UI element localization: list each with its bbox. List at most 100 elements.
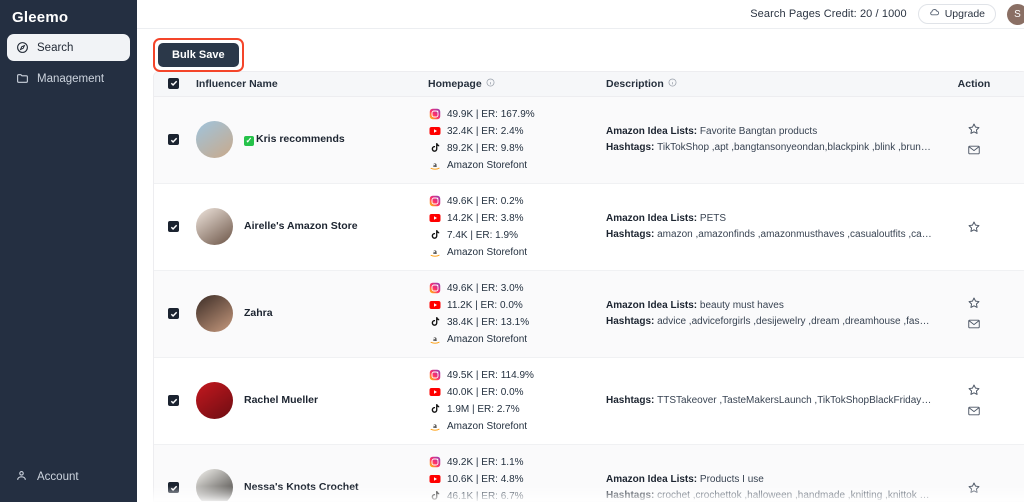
star-icon[interactable] — [967, 480, 982, 495]
select-all-checkbox[interactable] — [168, 77, 179, 89]
star-icon[interactable] — [967, 296, 982, 311]
homepage-cell: 49.6K | ER: 0.2% 14.2K | ER: 3.8% 7.4K | E… — [428, 183, 606, 270]
idea-lists-line: Amazon Idea Lists: Favorite Bangtan prod… — [606, 124, 932, 140]
hashtags-label: Hashtags: — [606, 394, 658, 406]
idea-lists-value: Products I use — [699, 474, 764, 485]
description: Hashtags: TTSTakeover ,TasteMakersLaunch… — [606, 393, 946, 409]
upgrade-button[interactable]: Upgrade — [917, 4, 996, 24]
tiktok-icon — [428, 229, 441, 242]
sidebar-item-label-search: Search — [37, 41, 74, 54]
platform-stat-youtube[interactable]: 10.6K | ER: 4.8% — [428, 473, 606, 486]
info-icon-homepage[interactable] — [486, 78, 495, 90]
platform-stat-text: Amazon Storefont — [447, 246, 528, 258]
influencer-name[interactable]: Zahra — [244, 306, 273, 320]
influencer-name-text: Nessa's Knots Crochet — [244, 481, 359, 494]
tiktok-icon — [428, 142, 441, 155]
info-icon-description[interactable] — [668, 78, 677, 90]
avatar — [196, 208, 233, 245]
platform-stat-text: 49.9K | ER: 167.9% — [447, 108, 535, 120]
star-icon[interactable] — [967, 383, 982, 398]
row-checkbox[interactable] — [168, 308, 179, 319]
youtube-icon — [428, 299, 441, 312]
sidebar-item-label-management: Management — [37, 72, 105, 85]
platform-stat-youtube[interactable]: 14.2K | ER: 3.8% — [428, 212, 606, 225]
table-header-row: Influencer Name Homepage Description Act… — [154, 72, 1024, 97]
envelope-icon[interactable] — [967, 143, 982, 158]
platform-stat-instagram[interactable]: 49.5K | ER: 114.9% — [428, 369, 606, 382]
instagram-icon — [428, 195, 441, 208]
platform-stat-tiktok[interactable]: 38.4K | ER: 13.1% — [428, 316, 606, 329]
star-icon[interactable] — [967, 219, 982, 234]
action-cell — [946, 444, 1024, 501]
col-homepage: Homepage — [428, 72, 606, 97]
platform-stat-text: 38.4K | ER: 13.1% — [447, 316, 530, 328]
description-cell: Amazon Idea Lists: PETS Hashtags: amazon … — [606, 183, 946, 270]
influencer-name-text: Rachel Mueller — [244, 394, 319, 407]
platform-stat-amazon[interactable]: a Amazon Storefont — [428, 333, 606, 346]
sidebar-item-management[interactable]: Management — [7, 65, 130, 92]
table-row: Nessa's Knots Crochet 49.2K | ER: 1.1% 10.… — [154, 444, 1024, 501]
platform-stat-tiktok[interactable]: 7.4K | ER: 1.9% — [428, 229, 606, 242]
description-cell: Amazon Idea Lists: beauty must haves Hash… — [606, 270, 946, 357]
platform-stat-tiktok[interactable]: 46.1K | ER: 6.7% — [428, 490, 606, 501]
description-cell: Amazon Idea Lists: Favorite Bangtan prod… — [606, 96, 946, 183]
avatar — [196, 469, 233, 501]
platform-stat-instagram[interactable]: 49.6K | ER: 0.2% — [428, 195, 606, 208]
bulk-save-button[interactable]: Bulk Save — [158, 43, 239, 67]
platform-stat-list: 49.5K | ER: 114.9% 40.0K | ER: 0.0% 1.9M |… — [428, 369, 606, 433]
platform-stat-amazon[interactable]: a Amazon Storefont — [428, 159, 606, 172]
influencer-name[interactable]: ✓ Kris recommends — [244, 132, 345, 147]
platform-stat-youtube[interactable]: 40.0K | ER: 0.0% — [428, 386, 606, 399]
hashtags-label: Hashtags: — [606, 489, 658, 501]
table-row: Rachel Mueller 49.5K | ER: 114.9% 40.0K | … — [154, 357, 1024, 444]
row-checkbox[interactable] — [168, 482, 179, 493]
influencer-table-container: Influencer Name Homepage Description Act… — [153, 71, 1024, 502]
sidebar-item-search[interactable]: Search — [7, 34, 130, 61]
envelope-icon[interactable] — [967, 404, 982, 419]
row-checkbox[interactable] — [168, 395, 179, 406]
star-icon[interactable] — [967, 122, 982, 137]
youtube-icon — [428, 212, 441, 225]
description: Amazon Idea Lists: Favorite Bangtan prod… — [606, 124, 946, 155]
influencer-name[interactable]: Airelle's Amazon Store — [244, 219, 358, 233]
amazon-icon: a — [428, 333, 441, 346]
idea-lists-label: Amazon Idea Lists: — [606, 474, 700, 485]
platform-stat-youtube[interactable]: 11.2K | ER: 0.0% — [428, 299, 606, 312]
platform-stat-instagram[interactable]: 49.9K | ER: 167.9% — [428, 108, 606, 121]
homepage-cell: 49.9K | ER: 167.9% 32.4K | ER: 2.4% 89.2K … — [428, 96, 606, 183]
hashtags-line: Hashtags: TikTokShop ,apt ,bangtansonyeo… — [606, 140, 932, 156]
platform-stat-amazon[interactable]: a Amazon Storefont — [428, 420, 606, 433]
row-checkbox[interactable] — [168, 221, 179, 232]
platform-stat-text: 7.4K | ER: 1.9% — [447, 229, 518, 241]
platform-stat-tiktok[interactable]: 89.2K | ER: 9.8% — [428, 142, 606, 155]
envelope-icon[interactable] — [967, 317, 982, 332]
platform-stat-tiktok[interactable]: 1.9M | ER: 2.7% — [428, 403, 606, 416]
influencer-name-cell: Airelle's Amazon Store — [196, 183, 428, 270]
hashtags-value: advice ,adviceforgirls ,desijewelry ,dre… — [657, 315, 932, 327]
sidebar-item-account[interactable]: Account — [0, 462, 137, 492]
platform-stat-youtube[interactable]: 32.4K | ER: 2.4% — [428, 125, 606, 138]
influencer-name[interactable]: Nessa's Knots Crochet — [244, 480, 359, 494]
row-select-cell — [154, 183, 196, 270]
col-influencer-name: Influencer Name — [196, 72, 428, 97]
hashtags-label: Hashtags: — [606, 315, 658, 327]
instagram-icon — [428, 108, 441, 121]
idea-lists-value: PETS — [699, 213, 727, 224]
row-checkbox[interactable] — [168, 134, 179, 145]
app-root: Gleemo Search Management Account Search … — [0, 0, 1024, 502]
sidebar-account-label: Account — [37, 471, 79, 483]
sidebar: Gleemo Search Management Account — [0, 0, 137, 502]
svg-text:a: a — [433, 334, 437, 343]
instagram-icon — [428, 456, 441, 469]
platform-stat-text: 32.4K | ER: 2.4% — [447, 125, 524, 137]
platform-stat-text: 11.2K | ER: 0.0% — [447, 299, 523, 311]
idea-lists-line: Amazon Idea Lists: beauty must haves — [606, 298, 932, 314]
influencer-name[interactable]: Rachel Mueller — [244, 393, 318, 407]
platform-stat-instagram[interactable]: 49.6K | ER: 3.0% — [428, 282, 606, 295]
youtube-icon — [428, 473, 441, 486]
platform-stat-instagram[interactable]: 49.2K | ER: 1.1% — [428, 456, 606, 469]
platform-stat-amazon[interactable]: a Amazon Storefont — [428, 246, 606, 259]
avatar[interactable]: S — [1007, 3, 1024, 25]
homepage-cell: 49.5K | ER: 114.9% 40.0K | ER: 0.0% 1.9M |… — [428, 357, 606, 444]
